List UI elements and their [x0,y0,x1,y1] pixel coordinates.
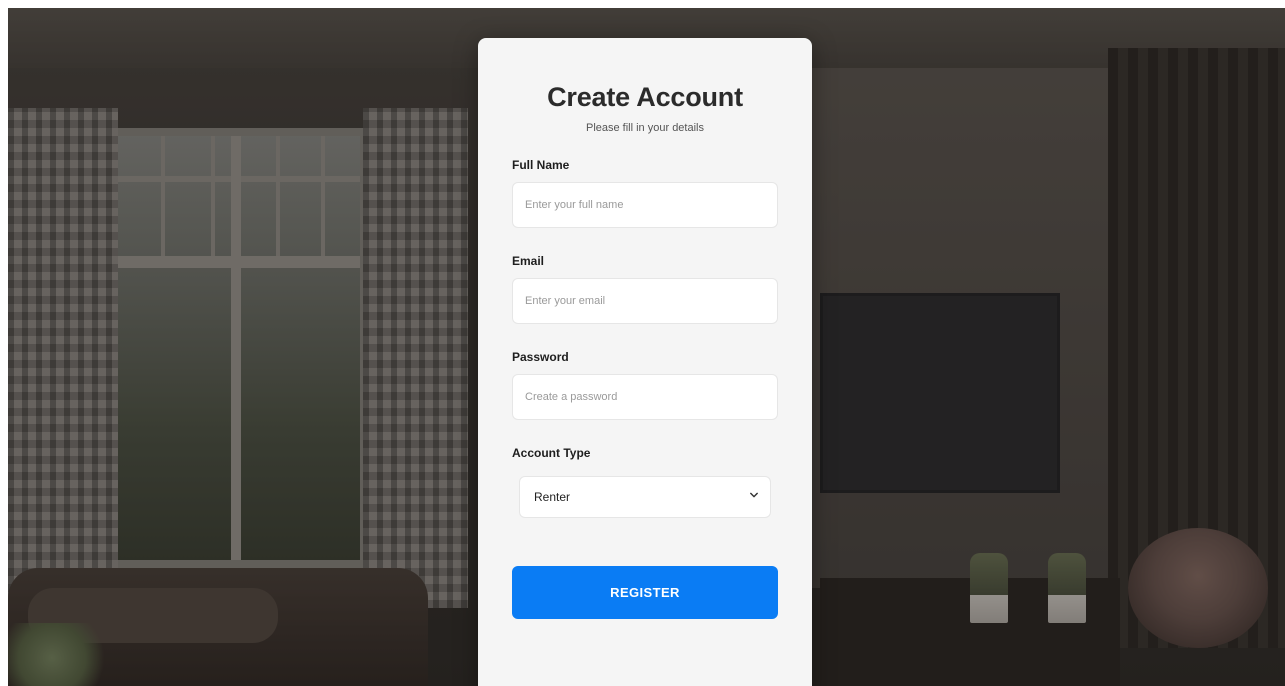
email-input[interactable] [512,278,778,324]
password-input[interactable] [512,374,778,420]
full-name-input[interactable] [512,182,778,228]
account-type-label: Account Type [512,446,591,460]
password-label: Password [512,350,569,364]
full-name-label: Full Name [512,158,570,172]
account-type-value: Renter [534,490,571,504]
page-subtitle: Please fill in your details [585,122,704,134]
chevron-down-icon [750,492,758,498]
email-label: Email [512,254,545,268]
account-type-select[interactable]: Renter [519,476,771,518]
page-title: Create Account [547,82,743,112]
register-card: Create Account Please fill in your detai… [478,38,812,686]
register-button[interactable]: REGISTER [512,566,778,619]
background-photo: Create Account Please fill in your detai… [8,8,1285,686]
